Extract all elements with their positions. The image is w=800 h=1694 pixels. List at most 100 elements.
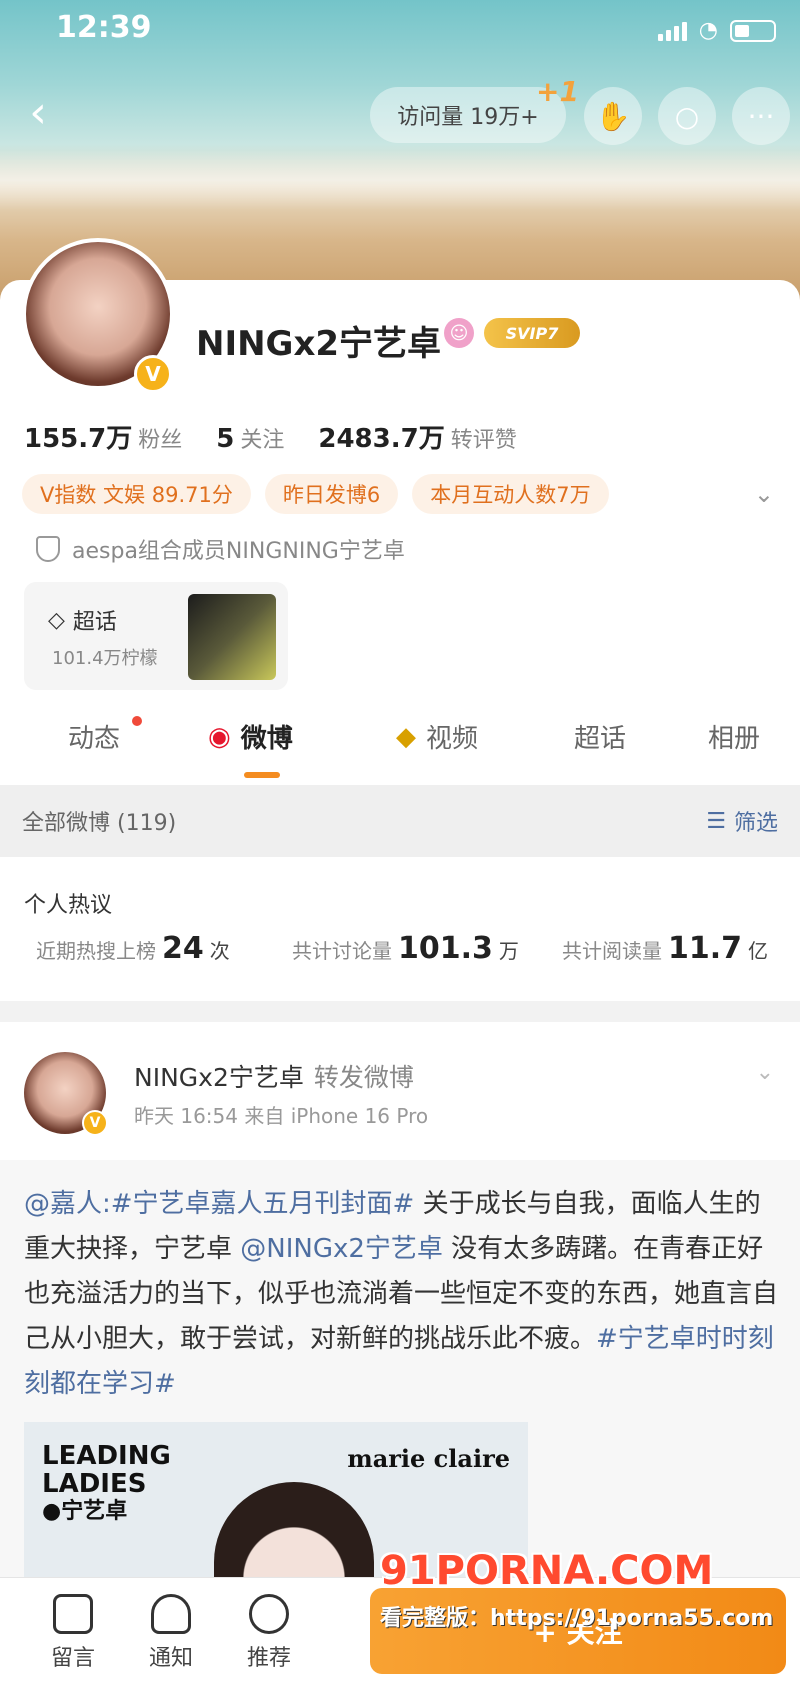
hot-unit: 亿: [748, 939, 769, 963]
repost-body[interactable]: @嘉人:#宁艺卓嘉人五月刊封面# 关于成长与自我，面临人生的重大抉择，宁艺卓 @…: [0, 1160, 800, 1590]
hot-value: 24: [162, 931, 204, 966]
hot-item: 共计讨论量 101.3 万: [292, 931, 519, 966]
hot-label: 近期热搜上榜: [36, 939, 156, 963]
status-time: 12:39: [56, 10, 152, 45]
profile-name: NINGx2宁艺卓: [196, 324, 442, 364]
status-bar: 12:39 ◔: [0, 8, 800, 48]
chaohua-sub: 101.4万柠檬: [52, 648, 158, 669]
cover-wave: [0, 150, 800, 210]
watermark-text: 看完整版：https://91porna55.com: [380, 1606, 774, 1631]
hot-unit: 次: [209, 939, 230, 963]
filter-button[interactable]: ☰ 筛选: [706, 805, 778, 837]
verification-text: aespa组合成员NINGNING宁艺卓: [72, 539, 405, 564]
shield-icon: [36, 536, 60, 562]
more-button[interactable]: ···: [732, 87, 790, 145]
notification-dot: [132, 716, 142, 726]
filter-label: 筛选: [733, 811, 778, 836]
hot-value: 11.7: [668, 931, 743, 966]
stat-value: 155.7万: [24, 424, 133, 454]
bottom-label: 推荐: [246, 1646, 291, 1671]
wifi-icon: ◔: [698, 18, 718, 43]
recommend-icon: [249, 1594, 289, 1634]
poster-portrait: [214, 1482, 374, 1590]
stat-value: 5: [216, 424, 235, 454]
stat-value: 2483.7万: [318, 424, 445, 454]
tab-label: 微博: [240, 724, 293, 754]
poster-title-text: LEADING LADIES: [42, 1441, 171, 1499]
bell-icon: [151, 1594, 191, 1634]
poster-brand: marie claire: [347, 1444, 510, 1473]
profile-stats: 155.7万 粉丝 5 关注 2483.7万 转评赞: [24, 418, 517, 455]
mention-link[interactable]: @嘉人:: [24, 1189, 111, 1219]
back-button[interactable]: ‹: [14, 91, 62, 139]
post-action: 转发微博: [313, 1063, 414, 1092]
post-author-row: NINGx2宁艺卓 转发微博: [134, 1058, 414, 1094]
tab-dongtai[interactable]: 动态: [68, 718, 120, 755]
top-bar: ‹ 访问量 19万+ +1 ✋ ○ ···: [0, 75, 800, 145]
hot-unit: 万: [498, 939, 519, 963]
tag-v-index[interactable]: V指数 文娱 89.71分: [22, 474, 251, 514]
hot-item: 共计阅读量 11.7 亿: [562, 931, 768, 966]
hot-label: 共计讨论量: [292, 939, 392, 963]
svip-badge[interactable]: SVIP7: [484, 318, 580, 348]
chaohua-title: 超话: [72, 610, 117, 635]
tag-monthly-interaction[interactable]: 本月互动人数7万: [412, 474, 609, 514]
bottom-label: 通知: [148, 1646, 193, 1671]
chaohua-thumbnail: [188, 594, 276, 680]
watermark-logo: 91PORNA.COM: [380, 1548, 714, 1594]
stat-label: 关注: [240, 428, 285, 453]
pink-badge-icon[interactable]: ☺: [444, 318, 474, 348]
tab-weibo[interactable]: ◉ 微博: [208, 718, 293, 755]
hot-discussion[interactable]: 个人热议 近期热搜上榜 24 次 共计讨论量 101.3 万 共计阅读量 11.7 亿: [0, 857, 800, 1001]
video-icon: ◆: [396, 721, 416, 752]
post-author[interactable]: NINGx2宁艺卓: [134, 1063, 304, 1092]
tag-posts-yesterday[interactable]: 昨日发博6: [264, 474, 399, 514]
hashtag-link[interactable]: #宁艺卓嘉人五月刊封面#: [111, 1189, 415, 1219]
search-icon: ○: [674, 99, 700, 133]
stat-label: 转评赞: [450, 428, 517, 453]
profile-tags: V指数 文娱 89.71分 昨日发博6 本月互动人数7万: [22, 474, 609, 514]
comment-button[interactable]: 留言: [28, 1594, 118, 1672]
chaohua-card[interactable]: ◇ 超话 101.4万柠檬: [24, 582, 288, 690]
chevron-down-icon[interactable]: ⌄: [756, 1060, 774, 1085]
more-icon: ···: [747, 99, 775, 133]
tab-label: 视频: [426, 724, 479, 754]
profile-tabs: 动态 ◉ 微博 ◆ 视频 超话 相册: [0, 700, 800, 785]
status-icons: ◔: [657, 18, 776, 43]
verified-v-icon: V: [82, 1110, 108, 1136]
chevron-down-icon[interactable]: ⌄: [754, 480, 774, 508]
stat-likes[interactable]: 2483.7万 转评赞: [318, 418, 516, 455]
all-posts-count: 全部微博 (119): [22, 811, 177, 836]
tab-album[interactable]: 相册: [708, 718, 760, 755]
tab-chaohua[interactable]: 超话: [574, 718, 626, 755]
tab-video[interactable]: ◆ 视频: [396, 718, 478, 755]
stat-label: 粉丝: [138, 428, 183, 453]
chaohua-title-row: ◇ 超话: [48, 604, 117, 636]
watermark: 91PORNA.COM 看完整版：https://91porna55.com: [380, 1548, 790, 1632]
filter-bar: 全部微博 (119) ☰ 筛选: [0, 785, 800, 857]
tab-underline: [244, 772, 280, 778]
mention-link[interactable]: @NINGx2宁艺卓: [240, 1234, 443, 1264]
poster-title: LEADING LADIES ●宁艺卓: [42, 1442, 192, 1526]
notify-button[interactable]: 通知: [126, 1594, 216, 1672]
battery-icon: [730, 19, 776, 42]
poster-name: ●宁艺卓: [42, 1499, 128, 1524]
verified-v-icon: V: [134, 355, 172, 393]
bottom-label: 留言: [50, 1646, 95, 1671]
weibo-icon: ◉: [208, 721, 231, 752]
tab-label: 动态: [68, 724, 121, 754]
stat-fans[interactable]: 155.7万 粉丝: [24, 418, 182, 455]
repost-text: @嘉人:#宁艺卓嘉人五月刊封面# 关于成长与自我，面临人生的重大抉择，宁艺卓 @…: [24, 1182, 784, 1407]
signal-icon: [657, 21, 687, 41]
comment-icon: [53, 1594, 93, 1634]
recommend-button[interactable]: 推荐: [224, 1594, 314, 1672]
greet-button[interactable]: ✋: [584, 87, 642, 145]
visits-plus: +1: [536, 75, 579, 108]
hand-icon: ✋: [595, 99, 631, 133]
stat-following[interactable]: 5 关注: [216, 422, 284, 454]
hot-title: 个人热议: [24, 893, 113, 918]
filter-icon: ☰: [706, 808, 726, 834]
tab-label: 超话: [574, 724, 627, 754]
search-button[interactable]: ○: [658, 87, 716, 145]
hot-value: 101.3: [398, 931, 493, 966]
